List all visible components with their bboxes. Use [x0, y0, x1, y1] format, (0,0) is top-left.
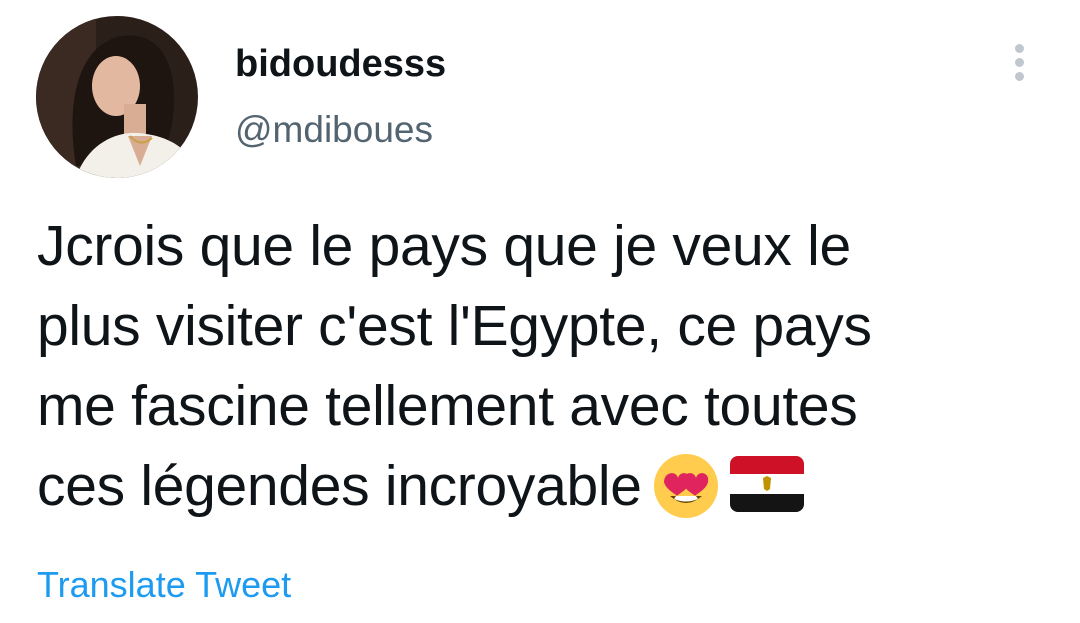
profile-photo-icon [36, 16, 198, 178]
tweet-line-text: ces légendes incroyable [37, 454, 642, 518]
avatar[interactable] [36, 16, 198, 178]
more-options-dot [1015, 58, 1024, 67]
tweet-text: Jcrois que le pays que je veux le plus v… [37, 206, 1047, 526]
heart-eyes-emoji-icon [650, 448, 722, 520]
egypt-flag-emoji-icon [729, 455, 804, 512]
tweet-line: plus visiter c'est l'Egypte, ce pays [37, 294, 872, 358]
user-handle[interactable]: @mdiboues [235, 106, 433, 154]
more-options-button[interactable] [1004, 40, 1036, 86]
translate-tweet-link[interactable]: Translate Tweet [37, 563, 291, 607]
tweet-line-last: ces légendes incroyable [37, 446, 1047, 526]
more-options-vertical-icon [1015, 44, 1024, 53]
more-options-dot [1015, 72, 1024, 81]
display-name[interactable]: bidoudesss [235, 40, 446, 88]
tweet-line: me fascine tellement avec toutes [37, 374, 858, 438]
tweet-line: Jcrois que le pays que je veux le [37, 214, 851, 278]
